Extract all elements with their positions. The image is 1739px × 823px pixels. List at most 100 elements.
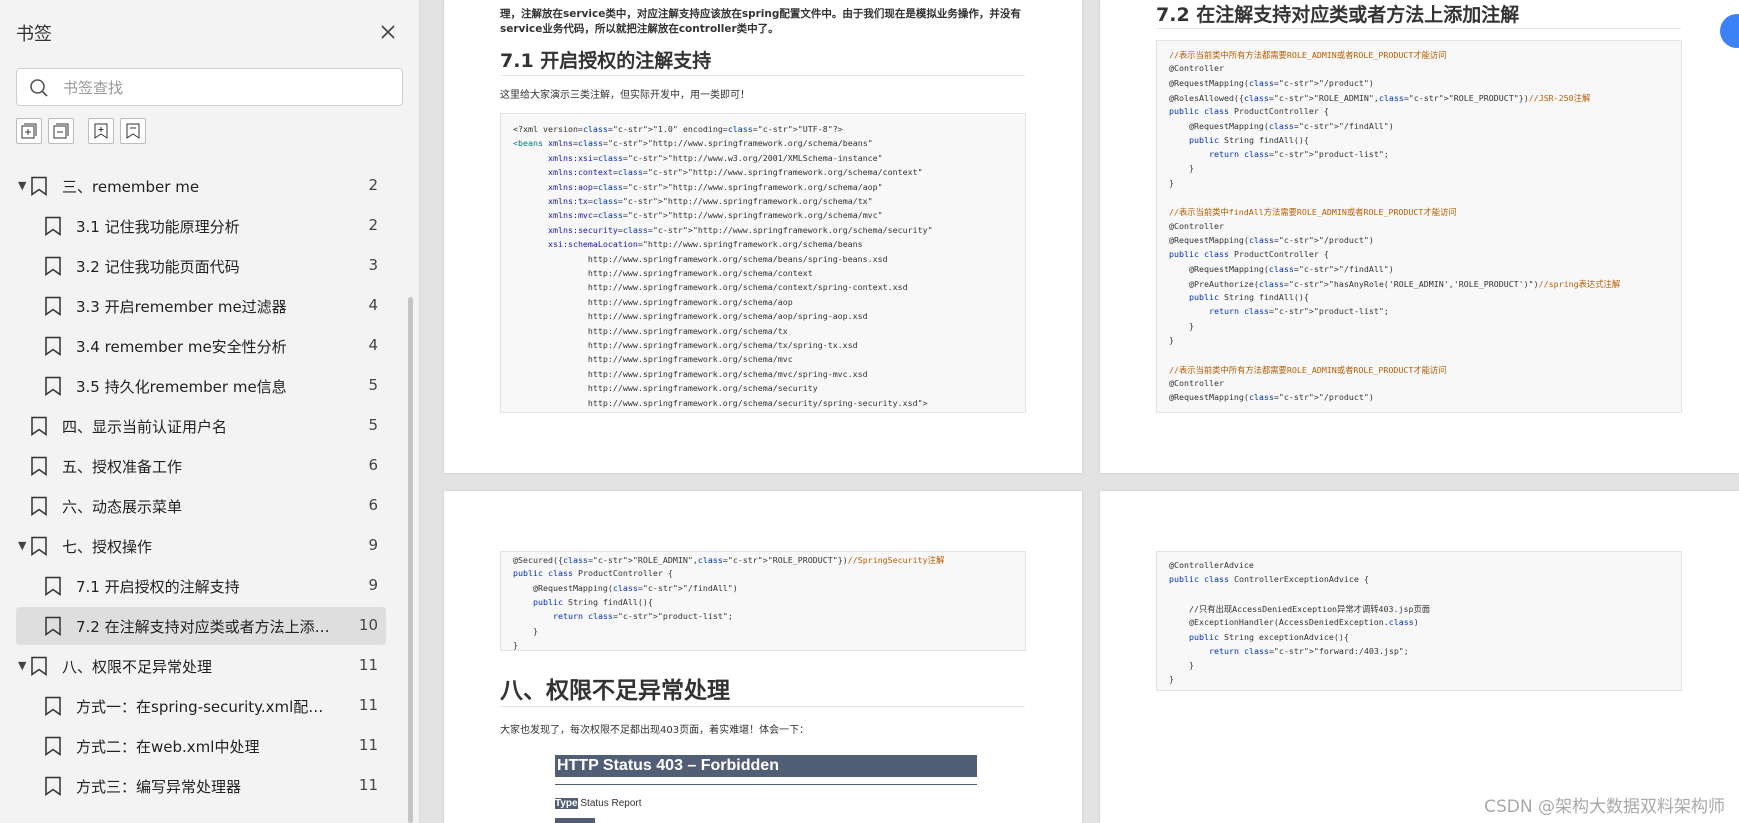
bookmark-page-number: 11 [358, 776, 378, 794]
paragraph: 这里给大家演示三类注解，但实际开发中，用一类即可！ [500, 90, 750, 101]
code-line: @Controller [1169, 377, 1224, 388]
code-line: return class="c-str">"product-list"; [1208, 149, 1389, 160]
bookmark-item[interactable]: ▼ 七、授权操作 9 [16, 527, 386, 565]
code-line: } [1169, 660, 1194, 671]
divider [555, 784, 977, 785]
bookmark-item[interactable]: 7.1 开启授权的注解支持 9 [16, 567, 386, 605]
bookmark-item[interactable]: ▼ 三、remember me 2 [16, 167, 386, 205]
code-line: @RolesAllowed({class="c-str">"ROLE_ADMIN… [1169, 92, 1591, 103]
code-line: xmlns:security=class="c-str">"http://www… [547, 224, 933, 235]
bookmark-label: 方式二：在web.xml中处理 [76, 738, 260, 756]
bookmark-page-number: 11 [358, 656, 378, 674]
intro-line: 理，注解放在service类中，对应注解支持应该放在spring配置文件中。由于… [500, 8, 1021, 20]
code-line: @PreAuthorize(class="c-str">"hasAnyRole(… [1169, 278, 1621, 289]
code-block: @ControllerAdvice public class Controller… [1156, 551, 1682, 691]
divider [1156, 28, 1681, 29]
bookmark-icon-wrap [44, 576, 62, 600]
section-heading: 八、权限不足异常处理 [500, 678, 730, 704]
code-line: return class="c-str">"product-list"; [1208, 306, 1389, 317]
bookmark-icon [31, 416, 47, 436]
code-line: xmlns:tx=class="c-str">"http://www.sprin… [547, 196, 873, 206]
expand-all-icon [21, 123, 37, 139]
bookmark-button[interactable] [120, 118, 146, 144]
code-line: <beans xmlns=class="c-str">"http://www.s… [513, 138, 873, 149]
watermark: CSDN @架构大数据双料架构师 [1484, 797, 1725, 817]
code-block: @Secured({class="c-str">"ROLE_ADMIN",cla… [500, 551, 1026, 651]
bookmark-item[interactable]: 方式三：编写异常处理器 11 [16, 767, 386, 805]
bookmark-label: 3.2 记住我功能页面代码 [76, 258, 240, 276]
bookmark-label: 方式一：在spring-security.xml配置文... [76, 698, 336, 716]
code-line: @RequestMapping(class="c-str">"/findAll"… [1169, 120, 1394, 131]
bookmark-item[interactable]: 3.2 记住我功能页面代码 3 [16, 247, 386, 285]
expand-arrow-icon[interactable]: ▼ [18, 539, 26, 552]
code-line: @Controller [1169, 63, 1224, 74]
expand-all-button[interactable] [16, 118, 42, 144]
bookmark-icon [45, 776, 61, 796]
code-line: xsi:schemaLocation="http://www.springfra… [547, 239, 863, 250]
bookmark-item[interactable]: 3.4 remember me安全性分析 4 [16, 327, 386, 365]
code-line: public class ControllerExceptionAdvice { [1169, 574, 1369, 585]
code-line: xmlns:mvc=class="c-str">"http://www.spri… [547, 210, 883, 221]
http-type-label: Type [555, 798, 578, 809]
expand-arrow-icon[interactable]: ▼ [18, 179, 26, 192]
divider [500, 706, 1025, 707]
collapse-all-button[interactable] [48, 118, 74, 144]
code-line: public class ProductController { [1169, 249, 1329, 260]
bookmark-icon-wrap [44, 736, 62, 760]
add-bookmark-button[interactable] [88, 118, 114, 144]
code-line: http://www.springframework.org/schema/mv… [513, 368, 868, 379]
code-line: return class="c-str">"forward:/403.jsp"; [1208, 645, 1409, 656]
code-line: public String exceptionAdvice(){ [1188, 631, 1349, 642]
sidebar-title: 书签 [16, 24, 52, 45]
bookmark-icon-wrap [44, 216, 62, 240]
bookmark-page-number: 6 [368, 456, 378, 474]
code-line: http://www.springframework.org/schema/se… [513, 383, 818, 394]
bookmark-search-input[interactable] [61, 75, 385, 101]
bookmark-icon-wrap [30, 536, 48, 560]
code-line: http://www.springframework.org/schema/tx [513, 325, 788, 336]
document-page: @Secured({class="c-str">"ROLE_ADMIN",cla… [444, 491, 1082, 823]
bookmark-icon [45, 296, 61, 316]
bookmark-search-box[interactable] [16, 68, 403, 106]
bookmark-page-number: 11 [358, 696, 378, 714]
bookmark-icon-wrap [44, 696, 62, 720]
close-icon[interactable] [378, 22, 398, 42]
code-line: } [513, 639, 518, 650]
code-line: @RequestMapping(class="c-str">"/product"… [1169, 234, 1374, 245]
bookmark-item[interactable]: 四、显示当前认证用户名 5 [16, 407, 386, 445]
http-type-value: Status Report [580, 798, 642, 809]
bookmark-icon-wrap [30, 416, 48, 440]
bookmark-page-number: 11 [358, 736, 378, 754]
expand-arrow-icon[interactable]: ▼ [18, 659, 26, 672]
bookmark-item[interactable]: 3.3 开启remember me过滤器 4 [16, 287, 386, 325]
bookmark-item[interactable]: 方式一：在spring-security.xml配置文... 11 [16, 687, 386, 725]
bookmark-item[interactable]: ▼ 八、权限不足异常处理 11 [16, 647, 386, 685]
bookmark-icon [31, 536, 47, 556]
bookmark-item[interactable]: 方式二：在web.xml中处理 11 [16, 727, 386, 765]
bookmark-label: 3.5 持久化remember me信息 [76, 378, 287, 396]
code-line: } [513, 625, 538, 636]
code-line: public String findAll(){ [1188, 134, 1309, 145]
code-line: http://www.springframework.org/schema/se… [513, 397, 928, 408]
bookmark-item[interactable]: 五、授权准备工作 6 [16, 447, 386, 485]
bookmark-item[interactable]: 六、动态展示菜单 6 [16, 487, 386, 525]
code-line: return class="c-str">"product-list"; [552, 611, 733, 622]
bookmark-icon [45, 376, 61, 396]
bookmark-item[interactable]: 3.5 持久化remember me信息 5 [16, 367, 386, 405]
bookmark-page-number: 9 [368, 576, 378, 594]
bookmark-icon-wrap [30, 456, 48, 480]
code-line: http://www.springframework.org/schema/tx… [513, 340, 858, 350]
bookmark-item[interactable]: 7.2 在注解支持对应类或者方法上添加... 10 [16, 607, 386, 645]
document-page: 理，注解放在service类中，对应注解支持应该放在spring配置文件中。由于… [444, 0, 1082, 473]
section-heading: 7.1 开启授权的注解支持 [500, 50, 712, 72]
bookmark-page-number: 4 [368, 296, 378, 314]
http-type-row: Type Status Report [555, 798, 642, 809]
bookmark-item[interactable]: 3.1 记住我功能原理分析 2 [16, 207, 386, 245]
bookmark-label: 三、remember me [62, 178, 200, 196]
bookmark-icon-wrap [30, 496, 48, 520]
bookmark-label: 方式三：编写异常处理器 [76, 778, 242, 796]
intro-line: service业务代码，所以就把注解放在controller类中了。 [500, 23, 779, 35]
bookmark-label: 7.1 开启授权的注解支持 [76, 578, 240, 596]
code-line: public class ProductController { [1169, 106, 1329, 117]
sidebar-scrollbar[interactable] [408, 297, 413, 823]
